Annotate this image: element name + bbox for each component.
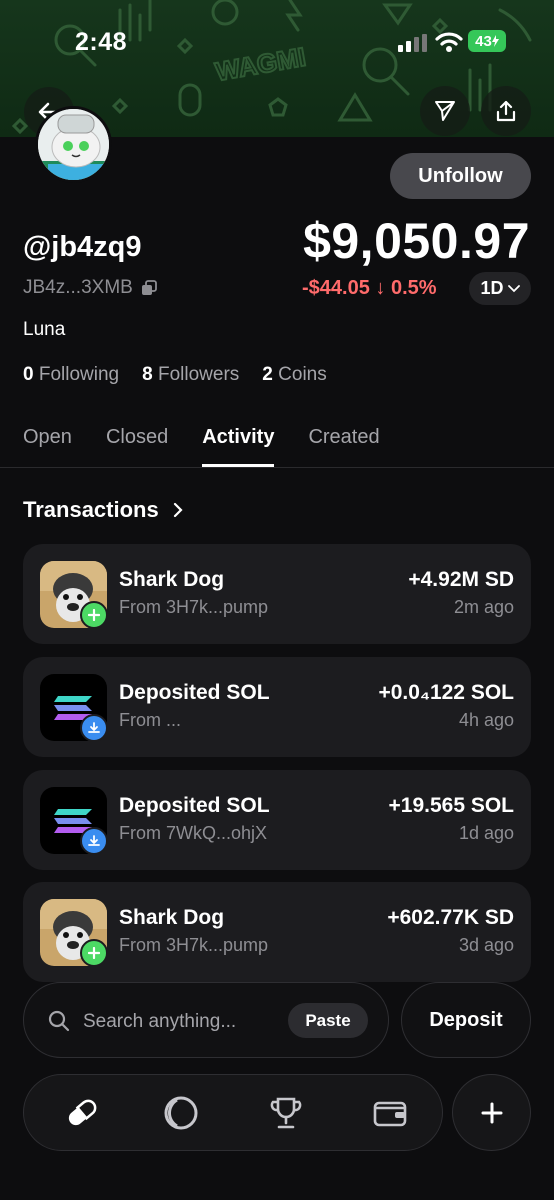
- create-button[interactable]: [452, 1074, 531, 1151]
- transaction-source: From 7WkQ...ohjX: [119, 823, 268, 843]
- avatar: [35, 106, 112, 183]
- plus-icon: [481, 1102, 502, 1123]
- status-time: 2:48: [75, 28, 128, 56]
- wifi-icon: [435, 32, 463, 52]
- chevron-down-icon: [507, 284, 520, 292]
- pill-icon: [68, 1097, 98, 1126]
- stat-followers-value: 8: [142, 364, 153, 385]
- transaction-row[interactable]: Deposited SOL From 7WkQ...ohjX +19.565 S…: [23, 770, 531, 870]
- stat-coins-label: Coins: [278, 364, 327, 385]
- send-button[interactable]: [420, 86, 470, 136]
- nav-pill-home[interactable]: [62, 1093, 102, 1133]
- profile-tabs: Open Closed Activity Created: [23, 426, 414, 468]
- tab-created[interactable]: Created: [308, 426, 379, 468]
- transaction-title: Shark Dog: [119, 568, 225, 591]
- stat-followers-label: Followers: [157, 364, 240, 385]
- stat-coins[interactable]: 2 Coins: [262, 364, 326, 386]
- stat-following[interactable]: 0 Following: [23, 364, 119, 386]
- paste-button[interactable]: Paste: [288, 1003, 368, 1038]
- download-badge-icon: [80, 827, 108, 855]
- tab-open[interactable]: Open: [23, 426, 72, 468]
- transaction-source: From ...: [119, 710, 181, 730]
- transaction-source: From 3H7k...pump: [119, 935, 269, 955]
- transaction-amount: +0.0₄122 SOL: [378, 681, 514, 704]
- trophy-icon: [270, 1097, 302, 1129]
- portfolio-balance: $9,050.97: [303, 213, 530, 269]
- charging-bolt-icon: [491, 35, 499, 47]
- plus-badge-icon: [80, 601, 108, 629]
- transactions-header[interactable]: Transactions: [23, 497, 183, 523]
- transaction-amount: +602.77K SD: [387, 906, 514, 929]
- copy-icon[interactable]: [141, 280, 157, 296]
- stat-coins-value: 2: [262, 364, 273, 385]
- wallet-icon: [373, 1101, 407, 1127]
- profile-handle: @jb4zq9: [23, 231, 142, 263]
- status-bar: 2:48 43: [0, 0, 554, 82]
- tabs-divider: [0, 467, 554, 468]
- wallet-address[interactable]: JB4z...3XMB: [23, 277, 157, 299]
- transaction-time: 3d ago: [458, 935, 514, 955]
- share-icon: [496, 100, 516, 122]
- profile-stats: 0 Following 8 Followers 2 Coins: [23, 364, 327, 386]
- transaction-row[interactable]: Shark Dog From 3H7k...pump +602.77K SD 3…: [23, 882, 531, 982]
- search-icon: [48, 1010, 70, 1032]
- tab-activity[interactable]: Activity: [202, 426, 275, 468]
- transaction-title: Shark Dog: [119, 906, 225, 929]
- battery-level: 43: [475, 32, 492, 50]
- transaction-source: From 3H7k...pump: [119, 597, 269, 617]
- transaction-title: Deposited SOL: [119, 681, 270, 704]
- transaction-row[interactable]: Deposited SOL From ... +0.0₄122 SOL 4h a…: [23, 657, 531, 757]
- transaction-time: 4h ago: [458, 710, 514, 730]
- transaction-title: Deposited SOL: [119, 794, 270, 817]
- tab-closed[interactable]: Closed: [106, 426, 168, 468]
- transaction-row[interactable]: Shark Dog From 3H7k...pump +4.92M SD 2m …: [23, 544, 531, 644]
- profile-name: Luna: [23, 319, 66, 340]
- time-range-value: 1D: [480, 278, 504, 298]
- transaction-time: 1d ago: [458, 823, 514, 843]
- transaction-amount: +19.565 SOL: [388, 794, 515, 817]
- battery-indicator: 43: [468, 30, 506, 52]
- transactions-title: Transactions: [23, 497, 159, 522]
- stat-following-label: Following: [38, 364, 120, 385]
- bottom-navigation: [23, 1074, 443, 1151]
- wallet-address-text: JB4z...3XMB: [23, 277, 133, 298]
- search-bar[interactable]: Search anything... Paste: [23, 982, 389, 1058]
- transaction-amount: +4.92M SD: [408, 568, 514, 591]
- search-input[interactable]: Search anything...: [83, 1011, 236, 1033]
- deposit-button[interactable]: Deposit: [401, 982, 531, 1058]
- balance-change: -$44.05 ↓ 0.5%: [302, 277, 437, 299]
- send-icon: [435, 101, 455, 121]
- chevron-right-icon: [173, 502, 183, 518]
- share-button[interactable]: [481, 86, 531, 136]
- unfollow-button[interactable]: Unfollow: [390, 153, 531, 199]
- stat-followers[interactable]: 8 Followers: [142, 364, 239, 386]
- avatar-character-image: [38, 109, 109, 180]
- nav-coins[interactable]: [161, 1093, 201, 1133]
- coin-icon: [164, 1096, 198, 1130]
- cellular-signal-icon: [398, 34, 427, 52]
- time-range-selector[interactable]: 1D: [469, 272, 531, 305]
- nav-wallet[interactable]: [370, 1093, 410, 1133]
- nav-leaderboard[interactable]: [266, 1093, 306, 1133]
- transaction-time: 2m ago: [453, 597, 514, 617]
- plus-badge-icon: [80, 939, 108, 967]
- stat-following-value: 0: [23, 364, 34, 385]
- download-badge-icon: [80, 714, 108, 742]
